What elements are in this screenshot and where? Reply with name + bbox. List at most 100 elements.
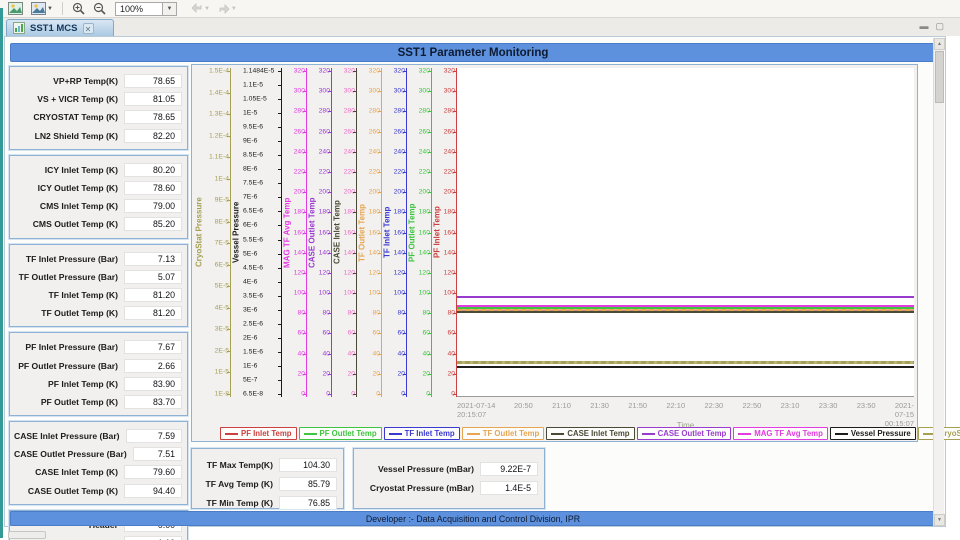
legend-line-swatch: [642, 433, 655, 435]
x-tick-label: 22:50: [743, 401, 762, 410]
legend-item-tf-inlet-temp[interactable]: TF Inlet Temp: [384, 427, 460, 440]
y-tick-label: 8E-6: [243, 166, 257, 173]
vertical-scrollbar[interactable]: ▲ ▼: [933, 38, 944, 526]
param-row: TF Min Temp (K)76.85: [198, 493, 337, 512]
param-row: TF Inlet Temp (K)81.20: [14, 286, 182, 304]
y-tick-label: 1.1E-5: [243, 82, 263, 89]
legend-item-case-inlet-temp[interactable]: CASE Inlet Temp: [546, 427, 634, 440]
y-axis-title: Vessel Pressure: [231, 68, 241, 397]
chevron-down-icon: ▼: [166, 6, 172, 12]
image-icon: [31, 2, 46, 15]
y-axis-pf-outlet-temp: PF Outlet Temp32030028026024022020018016…: [407, 68, 432, 397]
param-row: Cryostat Pressure (mBar)1.4E-5: [360, 479, 538, 498]
legend-label: CASE Outlet Temp: [658, 429, 727, 438]
scrollbar-thumb[interactable]: [935, 51, 944, 103]
y-axis-title: CASE Outlet Temp: [307, 68, 317, 397]
navigate-forward-button[interactable]: ▼: [216, 1, 239, 16]
param-row: PF Outlet Pressure (Bar)2.66: [14, 356, 182, 374]
param-label: Vessel Pressure (mBar): [360, 464, 480, 474]
param-label: CASE Outlet Pressure (Bar): [14, 449, 133, 459]
legend-label: Vessel Pressure: [851, 429, 911, 438]
x-tick-label: 23:50: [857, 401, 876, 410]
scroll-up-icon[interactable]: ▲: [934, 38, 945, 50]
param-label: TF Inlet Temp (K): [14, 290, 124, 300]
legend-item-pf-inlet-temp[interactable]: PF Inlet Temp: [220, 427, 297, 440]
y-axis-mag-tf-avg-temp: MAG TF Avg Temp3203002802602402202001801…: [282, 68, 307, 397]
param-label: TF Outlet Temp (K): [14, 308, 124, 318]
snapshot-button[interactable]: [6, 1, 25, 16]
y-tick-label: 1E-5: [243, 110, 257, 117]
x-tick-label: 21:50: [628, 401, 647, 410]
legend-line-swatch: [389, 433, 402, 435]
chevron-down-icon: ▼: [231, 6, 237, 12]
param-row: LN2 Shield Temp (K)82.20: [14, 127, 182, 145]
navigate-back-button[interactable]: ▼: [189, 1, 212, 16]
param-value: 7.59: [126, 429, 182, 443]
param-row: CASE Outlet Pressure (Bar)7.51: [14, 445, 182, 463]
param-value: 85.79: [279, 477, 337, 491]
legend-item-mag-tf-avg-temp[interactable]: MAG TF Avg Temp: [733, 427, 828, 440]
y-tick-label: 1.5E-6: [243, 348, 263, 355]
param-label: TF Min Temp (K): [198, 498, 279, 508]
application-window: ▼ 100% ▼ ▼ ▼ SST1 MCS ✕ ▬ ▢: [0, 0, 960, 540]
chart-container: CryoStat Pressure1.5E-41.4E-41.3E-41.2E-…: [191, 64, 918, 442]
zoom-dropdown-button[interactable]: ▼: [163, 2, 177, 16]
y-tick-label: 9.5E-6: [243, 124, 263, 131]
y-tick-label: 1.1E-4: [209, 154, 229, 161]
legend-item-vessel-pressure[interactable]: Vessel Pressure: [830, 427, 916, 440]
page-title: SST1 Parameter Monitoring: [10, 43, 936, 62]
x-tick-label: 20:50: [514, 401, 533, 410]
legend-label: TF Outlet Temp: [483, 429, 540, 438]
y-axes: CryoStat Pressure1.5E-41.4E-41.3E-41.2E-…: [194, 68, 457, 397]
param-label: TF Avg Temp (K): [198, 479, 279, 489]
param-value: 81.05: [124, 92, 182, 106]
param-label: PF Inlet Temp (K): [14, 379, 124, 389]
y-tick-label: 2.5E-6: [243, 320, 263, 327]
series-line-mag-tf-avg-temp: [457, 305, 914, 307]
param-label: CMS Inlet Temp (K): [14, 201, 124, 211]
legend-item-tf-outlet-temp[interactable]: TF Outlet Temp: [462, 427, 545, 440]
param-row: CRYOSTAT Temp (K)78.65: [14, 108, 182, 126]
y-axis-vessel-pressure: Vessel Pressure1.1484E-51.1E-51.05E-51E-…: [231, 68, 282, 397]
param-label: TF Outlet Pressure (Bar): [14, 272, 124, 282]
restore-icon[interactable]: ▢: [935, 22, 944, 31]
param-value: 83.70: [124, 395, 182, 409]
scroll-down-icon[interactable]: ▼: [934, 514, 945, 526]
param-row: TF Outlet Temp (K)81.20: [14, 304, 182, 322]
y-axis-title: CryoStat Pressure: [194, 68, 204, 397]
toolbar-separator: [62, 2, 63, 15]
param-label: TF Max Temp(K): [198, 460, 279, 470]
param-value: 1.10: [124, 536, 182, 540]
zoom-level-input[interactable]: 100%: [115, 2, 163, 16]
image-icon: [8, 2, 23, 15]
chevron-down-icon: ▼: [204, 6, 210, 12]
y-axis-cryostat-pressure: CryoStat Pressure1.5E-41.4E-41.3E-41.2E-…: [194, 68, 231, 397]
y-tick-label: 1E-6: [243, 362, 257, 369]
tf-summary-panel: TF Max Temp(K)104.30TF Avg Temp (K)85.79…: [191, 448, 344, 509]
legend-label: MAG TF Avg Temp: [754, 429, 823, 438]
minimize-icon[interactable]: ▬: [919, 22, 928, 31]
param-label: PF Inlet Pressure (Bar): [14, 342, 124, 352]
close-icon[interactable]: ✕: [83, 23, 94, 34]
param-value: 78.65: [124, 110, 182, 124]
param-label: CASE Inlet Temp (K): [14, 467, 124, 477]
y-axis-case-outlet-temp: CASE Outlet Temp320300280260240220200180…: [307, 68, 332, 397]
legend-line-swatch: [467, 433, 480, 435]
param-row: TF Inlet Pressure (Bar)7.13: [14, 250, 182, 268]
zoom-out-button[interactable]: [91, 1, 108, 16]
legend-line-swatch: [738, 433, 751, 435]
legend-item-case-outlet-temp[interactable]: CASE Outlet Temp: [637, 427, 732, 440]
toolbar: ▼ 100% ▼ ▼ ▼: [0, 0, 960, 18]
tab-sst1-mcs[interactable]: SST1 MCS ✕: [6, 19, 114, 36]
y-tick-label: 9E-6: [243, 138, 257, 145]
param-row: Vessel Pressure (mBar)9.22E-7: [360, 460, 538, 479]
legend-item-pf-outlet-temp[interactable]: PF Outlet Temp: [299, 427, 382, 440]
x-tick-label: 23:10: [781, 401, 800, 410]
export-image-button[interactable]: ▼: [29, 1, 55, 16]
y-tick-label: 3.5E-6: [243, 292, 263, 299]
param-row: CMS Inlet Temp (K)79.00: [14, 197, 182, 215]
zoom-in-button[interactable]: [70, 1, 87, 16]
param-value: 104.30: [279, 458, 337, 472]
y-tick-label: 7E-6: [243, 194, 257, 201]
param-value: 76.85: [279, 496, 337, 510]
